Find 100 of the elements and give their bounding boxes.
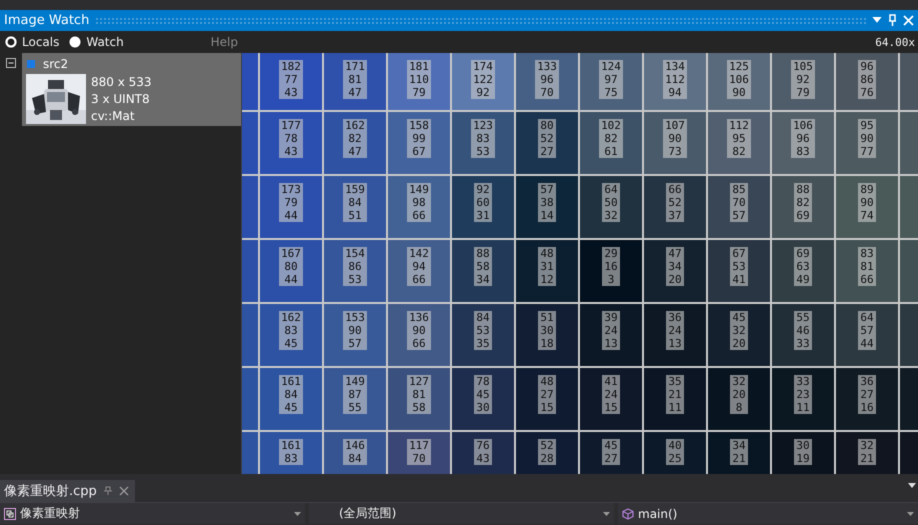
radio-option[interactable]: Watch	[69, 35, 130, 50]
variable-item[interactable]: src2 880 x 533 3 x UINT8 cv::Mat	[22, 53, 241, 126]
pixel-cell	[242, 240, 258, 302]
pixel-value: 102 82 61	[599, 119, 623, 158]
pixel-value: 171 81 47	[343, 60, 367, 100]
window-title: Image Watch	[4, 12, 90, 28]
pixel-value: 83 81 66	[858, 247, 876, 286]
pixel-value: 55 46 33	[794, 311, 812, 350]
pixel-value: 89 90 74	[858, 183, 876, 222]
collapse-icon[interactable]	[6, 58, 16, 68]
pixel-value: 78 45 30	[474, 375, 492, 414]
pixel-value: 142 94 66	[407, 247, 431, 286]
pixel-value: 117 70	[407, 439, 431, 466]
project-dropdown[interactable]: 像素重映射	[0, 503, 305, 524]
pixel-value: 36 27 16	[858, 375, 876, 414]
pixel-value: 134 112 94	[663, 60, 687, 100]
pixel-value: 80 52 27	[538, 119, 556, 158]
pixel-value: 174 122 92	[471, 60, 495, 100]
pin-icon[interactable]	[102, 486, 113, 496]
pixel-cell	[900, 53, 918, 110]
pixel-cell	[242, 432, 258, 474]
pixel-value: 48 31 12	[538, 247, 556, 286]
pixel-value: 106 96 83	[791, 119, 815, 158]
pixel-value: 146 84	[343, 439, 367, 466]
pixel-value: 154 86 53	[343, 247, 367, 286]
pixel-value: 173 79 44	[279, 183, 303, 222]
pixel-value: 47 34 20	[666, 247, 684, 286]
pixel-value: 133 96 70	[535, 60, 559, 100]
pixel-value: 161 84 45	[279, 375, 303, 414]
pixel-value: 153 90 57	[343, 311, 367, 350]
pixel-value: 34 21	[730, 439, 748, 466]
pixel-value: 123 83 53	[471, 119, 495, 158]
pixel-cell	[900, 176, 918, 238]
pixel-value: 182 77 43	[279, 60, 303, 100]
image-icon	[27, 60, 35, 68]
pixel-value: 32 21	[858, 439, 876, 466]
document-tab[interactable]: 像素重映射.cpp	[0, 480, 135, 502]
pixel-value: 112 95 82	[727, 119, 751, 158]
pixel-value: 52 28	[538, 439, 556, 466]
pixel-value: 162 83 45	[279, 311, 303, 350]
pixel-value: 35 21 11	[666, 375, 684, 414]
pixel-cell	[900, 112, 918, 174]
pixel-value: 39 24 13	[602, 311, 620, 350]
zoom-level: 64.00x	[875, 36, 915, 49]
pixel-value: 88 82 69	[794, 183, 812, 222]
project-icon	[4, 508, 16, 520]
pixel-value: 32 20 8	[730, 375, 748, 414]
radio-icon[interactable]	[69, 36, 82, 48]
pixel-cell	[900, 240, 918, 302]
pixel-value: 92 60 31	[474, 183, 492, 222]
pixel-value: 161 83	[279, 439, 303, 466]
pixel-cell	[242, 304, 258, 366]
pixel-value: 149 87 55	[343, 375, 367, 414]
pixel-value: 67 53 41	[730, 247, 748, 286]
caret-icon	[603, 512, 610, 516]
pixel-value: 57 38 14	[538, 183, 556, 222]
dropdown-icon[interactable]	[908, 483, 916, 488]
member-dropdown[interactable]: main()	[618, 503, 918, 524]
pixel-value: 84 53 35	[474, 311, 492, 350]
pixel-cell	[900, 368, 918, 430]
pixel-value: 51 30 18	[538, 311, 556, 350]
pixel-value: 105 92 79	[791, 60, 815, 100]
pixel-value: 45 32 20	[730, 311, 748, 350]
pixel-cell	[900, 304, 918, 366]
pixel-value: 181 110 79	[407, 60, 431, 100]
image-info: 880 x 533	[91, 74, 152, 92]
pixel-value: 64 57 44	[858, 311, 876, 350]
cube-icon	[622, 508, 634, 520]
pixel-value: 69 63 49	[794, 247, 812, 286]
pixel-cell	[242, 53, 258, 110]
dropdown-icon[interactable]	[872, 17, 882, 24]
pixel-value: 40 25	[666, 439, 684, 466]
scope-dropdown[interactable]: (全局范围)	[309, 503, 614, 524]
pixel-cell	[242, 112, 258, 174]
caret-icon	[907, 512, 914, 516]
help-label[interactable]: Help	[210, 35, 238, 50]
image-info: 3 x UINT8	[91, 91, 151, 108]
pixel-value: 45 27	[602, 439, 620, 466]
close-icon[interactable]	[118, 486, 129, 496]
pixel-value: 125 106 90	[727, 60, 751, 100]
pixel-value: 41 24 15	[602, 375, 620, 414]
variable-name: src2	[43, 57, 68, 72]
pixel-value: 88 58 34	[474, 247, 492, 286]
pixel-value: 159 84 51	[343, 183, 367, 222]
radio-option[interactable]: Locals	[5, 35, 66, 50]
radio-icon[interactable]	[5, 36, 17, 48]
pixel-cell	[242, 368, 258, 430]
pixel-value: 127 81 58	[407, 375, 431, 414]
pixel-value: 95 90 77	[858, 119, 876, 158]
pixel-cell	[242, 176, 258, 238]
pixel-value: 33 23 11	[794, 375, 812, 414]
pixel-value: 48 27 15	[538, 375, 556, 414]
pixel-value: 96 86 76	[858, 60, 876, 100]
pixel-value: 29 16 3	[602, 247, 620, 286]
pixel-value: 158 99 67	[407, 119, 431, 158]
pixel-value: 85 70 57	[730, 183, 748, 222]
pixel-value: 76 43	[474, 439, 492, 466]
caret-icon	[294, 512, 301, 516]
pixel-value: 136 90 66	[407, 311, 431, 350]
pixel-value: 36 24 13	[666, 311, 684, 350]
